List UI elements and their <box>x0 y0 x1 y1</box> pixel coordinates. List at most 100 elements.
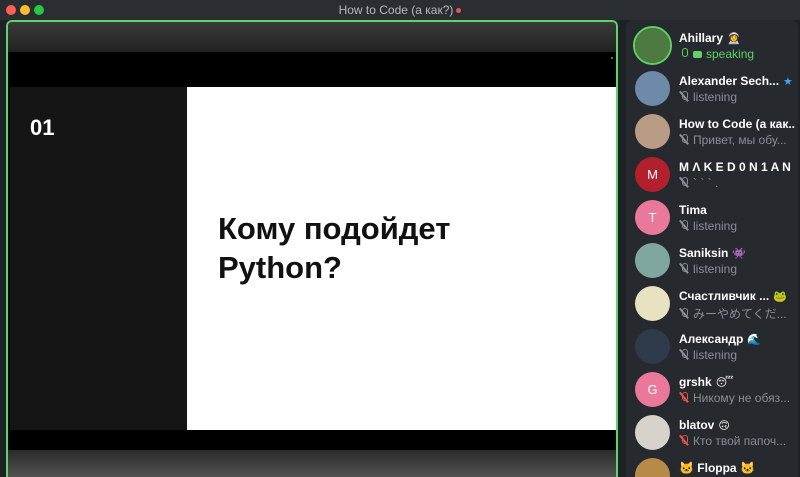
avatar[interactable] <box>635 28 670 63</box>
mic-muted-icon <box>679 392 689 403</box>
participant-name-text: Tima <box>679 203 707 217</box>
participant-badge: 🐸 <box>773 290 787 303</box>
avatar[interactable] <box>635 71 670 106</box>
participant-name: grshk 😴 <box>679 375 795 389</box>
participant-status-text: Привет, мы обу... <box>693 133 787 147</box>
participant-name: Saniksin 👾 <box>679 246 795 260</box>
participant-badge: 🌊 <box>747 333 762 346</box>
slide-content: Кому подойдет Python? <box>187 87 616 430</box>
avatar[interactable] <box>635 458 670 477</box>
mic-muted-icon <box>679 177 689 188</box>
participant-row[interactable]: Ggrshk 😴 Никому не обяз... <box>626 368 798 411</box>
video-options-icon[interactable] <box>611 57 613 59</box>
participant-status-text: Кто твой папоч... <box>693 434 787 448</box>
participant-name: Alexander Sech... ★ <box>679 74 795 88</box>
participant-status-text: listening <box>693 262 738 276</box>
mic-muted-icon <box>679 308 689 319</box>
participant-name: How to Code (а как... <box>679 117 795 131</box>
mic-muted-icon <box>679 349 689 360</box>
participant-name-text: Счастливчик ... <box>679 289 770 303</box>
participant-name-text: grshk <box>679 375 712 389</box>
participant-row[interactable]: blatov 🙃 Кто твой папоч... <box>626 411 798 454</box>
participant-row[interactable]: Alexander Sech... ★ listening <box>626 67 798 110</box>
avatar[interactable]: G <box>635 372 670 407</box>
recording-indicator-icon <box>456 8 462 14</box>
participant-name-text: Ahillary <box>679 31 724 45</box>
participant-name: Счастливчик ... 🐸 <box>679 289 795 303</box>
participant-status: Кто твой папоч... <box>679 434 795 448</box>
participant-name: Ahillary 👩‍🚀 <box>679 31 795 45</box>
avatar[interactable] <box>635 286 670 321</box>
participant-status-text: みーやめてくだ... <box>693 307 787 321</box>
participant-row[interactable]: M M Λ K E D 0 N 1 A N ` ` ` . <box>626 153 798 196</box>
participant-status-text: listening <box>693 348 738 362</box>
participant-status: speaking <box>679 47 795 61</box>
participant-status: listening <box>679 348 795 362</box>
participant-name-text: Alexander Sech... <box>679 74 780 88</box>
camera-icon <box>693 51 702 58</box>
mic-muted-icon <box>679 263 689 274</box>
participant-name-text: Saniksin <box>679 246 729 260</box>
slide-side-panel: 01 <box>10 87 187 430</box>
participant-status: listening <box>679 219 795 233</box>
participant-name-text: Александр <box>679 332 744 346</box>
participant-name: blatov 🙃 <box>679 418 795 432</box>
participant-badge: 👩‍🚀 <box>727 32 741 45</box>
participant-badge: 😴 <box>715 376 734 389</box>
avatar-initial: T <box>648 210 657 225</box>
mic-muted-icon <box>679 134 689 145</box>
participant-badge: 🙃 <box>718 419 730 432</box>
participant-row[interactable]: 🐱 Floppa 🐱 <box>626 454 798 477</box>
participant-badge: ★ <box>783 75 793 88</box>
participant-status-text: Никому не обяз... <box>693 391 791 405</box>
avatar[interactable]: M <box>635 157 670 192</box>
participant-name: Tima <box>679 203 795 217</box>
participant-badge: 👾 <box>732 247 747 260</box>
participant-row[interactable]: How to Code (а как... Привет, мы обу... <box>626 110 798 153</box>
participant-name: 🐱 Floppa 🐱 <box>679 461 795 475</box>
participant-name: M Λ K E D 0 N 1 A N <box>679 160 795 174</box>
participant-status: Никому не обяз... <box>679 391 795 405</box>
stage-bottom-gradient <box>8 450 616 477</box>
shared-screen-video: 01 Кому подойдет Python? <box>8 52 616 450</box>
screen-share-stage[interactable]: 01 Кому подойдет Python? <box>6 20 618 477</box>
participant-status-text: speaking <box>706 47 755 61</box>
slide-heading-line1: Кому подойдет <box>218 211 451 246</box>
participant-status: Привет, мы обу... <box>679 133 795 147</box>
participant-name-text: How to Code (а как... <box>679 117 795 131</box>
participant-row[interactable]: Александр 🌊 listening <box>626 325 798 368</box>
slide-heading: Кому подойдет Python? <box>218 209 598 287</box>
participant-row[interactable]: Saniksin 👾 listening <box>626 239 798 282</box>
participant-status-text: ` ` ` . <box>693 176 719 190</box>
participant-name-text: blatov <box>679 418 715 432</box>
participant-status: ` ` ` . <box>679 176 795 190</box>
slide-number: 01 <box>30 115 55 140</box>
participant-status-text: listening <box>693 219 738 233</box>
avatar-initial: M <box>647 167 658 182</box>
avatar[interactable] <box>635 114 670 149</box>
mic-muted-icon <box>679 220 689 231</box>
mic-icon <box>679 48 689 59</box>
participant-row[interactable]: Счастливчик ... 🐸 みーやめてくだ... <box>626 282 798 325</box>
participant-name-text: 🐱 Floppa 🐱 <box>679 461 755 475</box>
participants-panel: Ahillary 👩‍🚀 speaking Alexander Sech... ★ lis… <box>626 20 798 477</box>
participant-name-text: M Λ K E D 0 N 1 A N <box>679 160 791 174</box>
title-bar: How to Code (а как?) <box>0 0 800 20</box>
avatar[interactable] <box>635 243 670 278</box>
stage-top-gradient <box>8 22 616 52</box>
mic-muted-icon <box>679 435 689 446</box>
participant-status: listening <box>679 262 795 276</box>
avatar[interactable]: T <box>635 200 670 235</box>
window-title: How to Code (а как?) <box>338 3 454 17</box>
participant-row[interactable]: T Tima listening <box>626 196 798 239</box>
avatar[interactable] <box>635 329 670 364</box>
avatar-initial: G <box>647 382 658 397</box>
participant-status-text: listening <box>693 90 738 104</box>
participant-name: Александр 🌊 <box>679 332 795 346</box>
participant-status: みーやめてくだ... <box>679 305 795 322</box>
mic-muted-icon <box>679 91 689 102</box>
slide-heading-line2: Python? <box>218 250 342 285</box>
participant-status: listening <box>679 90 795 104</box>
avatar[interactable] <box>635 415 670 450</box>
participant-row[interactable]: Ahillary 👩‍🚀 speaking <box>626 24 798 67</box>
